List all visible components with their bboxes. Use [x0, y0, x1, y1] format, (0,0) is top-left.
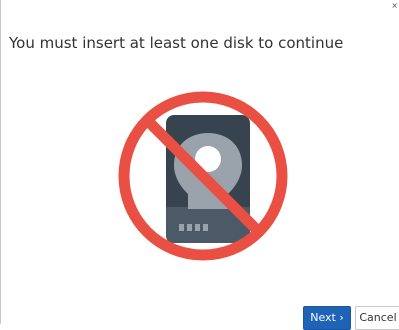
no-disk-icon: [118, 91, 288, 261]
close-icon[interactable]: ×: [391, 2, 398, 10]
insert-disk-dialog: × You must insert at least one disk to c…: [0, 0, 399, 330]
next-button[interactable]: Next ›: [303, 306, 351, 330]
dialog-border: [0, 0, 1, 324]
cancel-button[interactable]: Cancel: [355, 306, 399, 330]
dialog-title: You must insert at least one disk to con…: [9, 34, 344, 52]
